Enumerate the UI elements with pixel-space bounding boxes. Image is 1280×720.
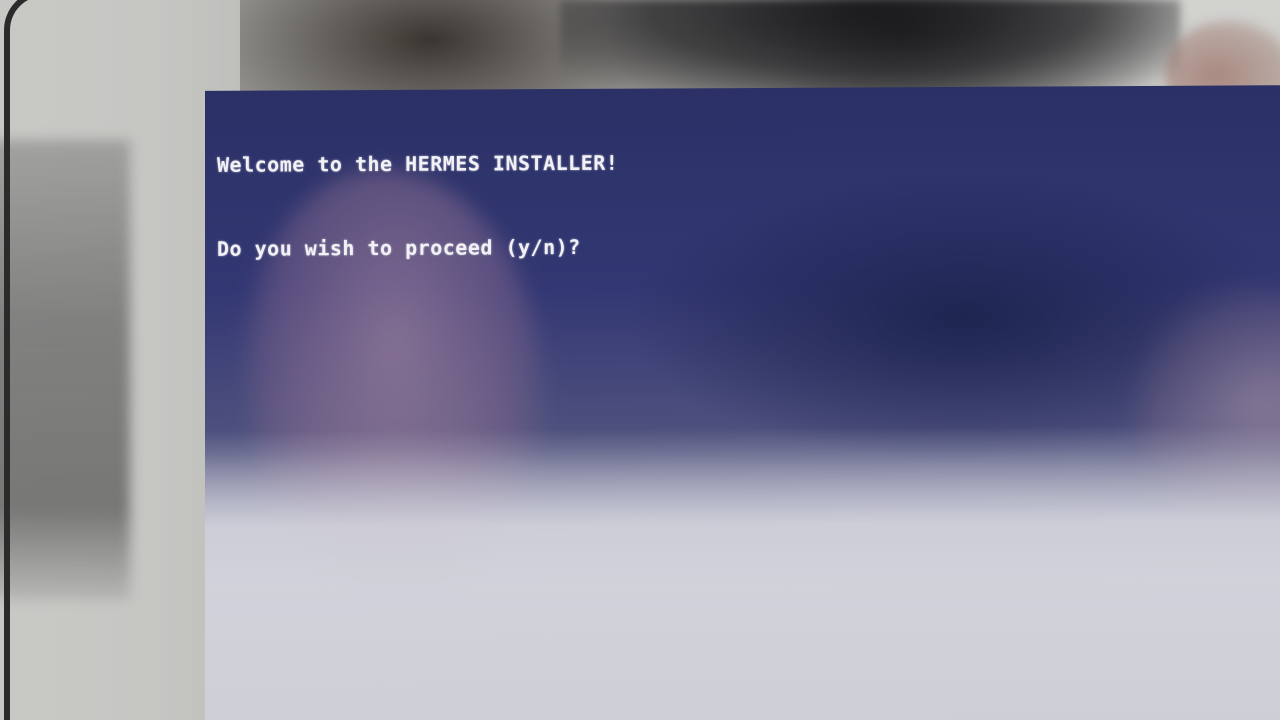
photo-of-laptop-screen: Welcome to the HERMES INSTALLER! Do you … bbox=[0, 0, 1280, 720]
reflection-person bbox=[560, 0, 1180, 95]
installer-console[interactable]: Welcome to the HERMES INSTALLER! Do you … bbox=[217, 93, 618, 319]
screen-glare bbox=[205, 425, 1280, 720]
display-screen: Welcome to the HERMES INSTALLER! Do you … bbox=[205, 85, 1280, 720]
welcome-message: Welcome to the HERMES INSTALLER! bbox=[217, 150, 619, 177]
proceed-prompt: Do you wish to proceed (y/n)? bbox=[217, 234, 581, 261]
bezel-edge bbox=[4, 0, 110, 720]
